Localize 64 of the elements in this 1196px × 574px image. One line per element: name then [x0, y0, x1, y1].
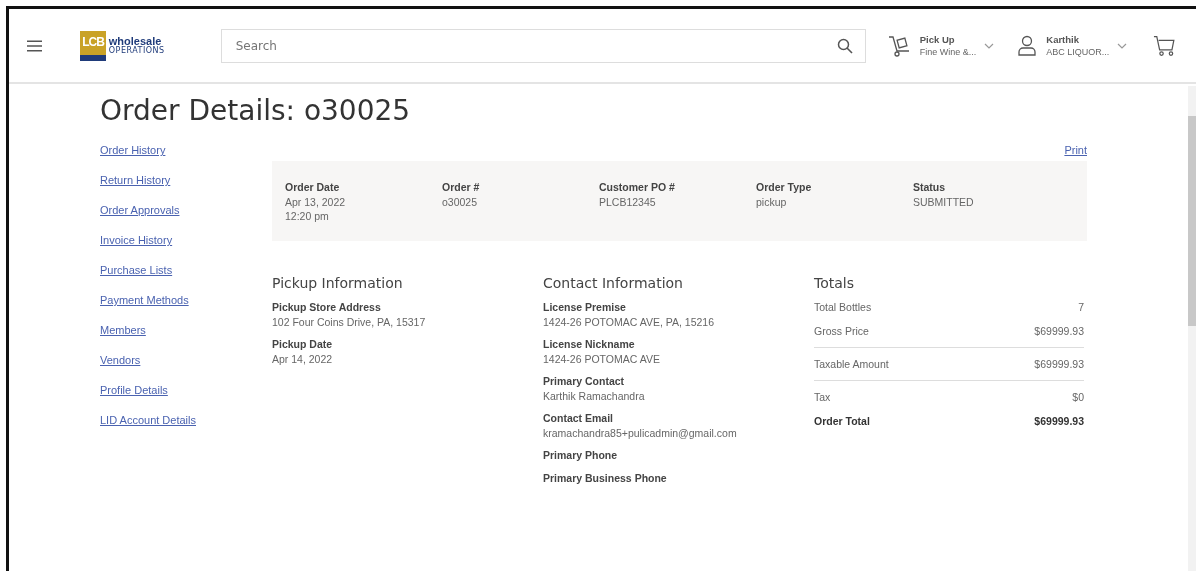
sidebar-link[interactable]: Vendors: [100, 351, 272, 369]
field-label: License Premise: [543, 300, 627, 315]
menu-icon[interactable]: [27, 39, 43, 52]
field-value: 102 Four Coins Drive, PA, 15317: [272, 315, 427, 329]
field-label: Pickup Store Address: [272, 300, 382, 315]
cart-icon[interactable]: [1153, 34, 1176, 57]
section-heading: Totals: [814, 275, 855, 291]
field-label: Primary Phone: [543, 448, 619, 463]
total-label: Tax: [814, 390, 831, 405]
total-value: $69999.93: [1034, 414, 1084, 429]
field-value: 1424-26 POTOMAC AVE: [543, 352, 661, 366]
total-label: Order Total: [814, 414, 870, 429]
search-icon[interactable]: [836, 37, 853, 54]
fulfillment-selector[interactable]: Pick Up Fine Wine &...: [887, 32, 995, 59]
section-heading: Contact Information: [543, 275, 684, 291]
section-heading: Pickup Information: [272, 275, 404, 291]
sidebar-link[interactable]: LID Account Details: [100, 411, 272, 429]
field-label: Primary Contact: [543, 374, 626, 389]
field-value: pickup: [756, 195, 788, 209]
sidebar-link[interactable]: Payment Methods: [100, 291, 272, 309]
field-value: Karthik Ramachandra: [543, 389, 646, 403]
field-label: License Nickname: [543, 337, 636, 352]
field-label: Primary Business Phone: [543, 471, 668, 486]
field-label: Customer PO #: [599, 180, 676, 195]
page-title: Order Details: o30025: [100, 94, 412, 127]
chevron-icon: [1117, 42, 1128, 49]
sidebar-link[interactable]: Profile Details: [100, 381, 272, 399]
field-value: SUBMITTED: [913, 195, 975, 209]
logo-mark: LCB: [80, 30, 106, 61]
sidebar-link[interactable]: Invoice History: [100, 231, 272, 249]
sidebar-link[interactable]: Members: [100, 321, 272, 339]
total-value: $69999.93: [1034, 357, 1084, 372]
total-value: 7: [1078, 300, 1084, 315]
scrollbar[interactable]: [1188, 86, 1196, 571]
logo-tagline: OPERATIONS: [108, 47, 165, 55]
user-icon: [1016, 34, 1039, 57]
sidebar-link[interactable]: Purchase Lists: [100, 261, 272, 279]
sidebar-link[interactable]: Order Approvals: [100, 201, 272, 219]
field-label: Order Date: [285, 180, 341, 195]
total-label: Taxable Amount: [814, 357, 889, 372]
field-label: Pickup Date: [272, 337, 334, 352]
field-value: Apr 14, 2022: [272, 352, 334, 366]
total-label: Total Bottles: [814, 300, 872, 315]
field-label: Status: [913, 180, 947, 195]
logo-name: wholesale: [108, 36, 162, 47]
field-value: kramachandra85+pulicadmin@gmail.com: [543, 426, 738, 440]
logo[interactable]: LCB wholesale OPERATIONS: [80, 30, 165, 61]
field-value: Apr 13, 2022 12:20 pm: [285, 195, 347, 223]
account-selector[interactable]: Karthik ABC LIQUOR...: [1016, 32, 1128, 59]
field-label: Contact Email: [543, 411, 614, 426]
hand-truck-icon: [887, 33, 912, 58]
print-link[interactable]: Print: [1064, 141, 1087, 161]
total-label: Gross Price: [814, 324, 869, 339]
search-field[interactable]: Search: [220, 28, 866, 63]
sidebar-link[interactable]: Return History: [100, 171, 272, 189]
field-label: Order Type: [756, 180, 813, 195]
field-value: PLCB12345: [599, 195, 657, 209]
field-value: o30025: [442, 195, 479, 209]
chevron-icon: [984, 42, 995, 49]
total-value: $0: [1072, 390, 1084, 405]
field-value: 1424-26 POTOMAC AVE, PA, 15216: [543, 315, 715, 329]
total-value: $69999.93: [1034, 324, 1084, 339]
sidebar-link[interactable]: Order History: [100, 141, 272, 159]
field-label: Order #: [442, 180, 481, 195]
